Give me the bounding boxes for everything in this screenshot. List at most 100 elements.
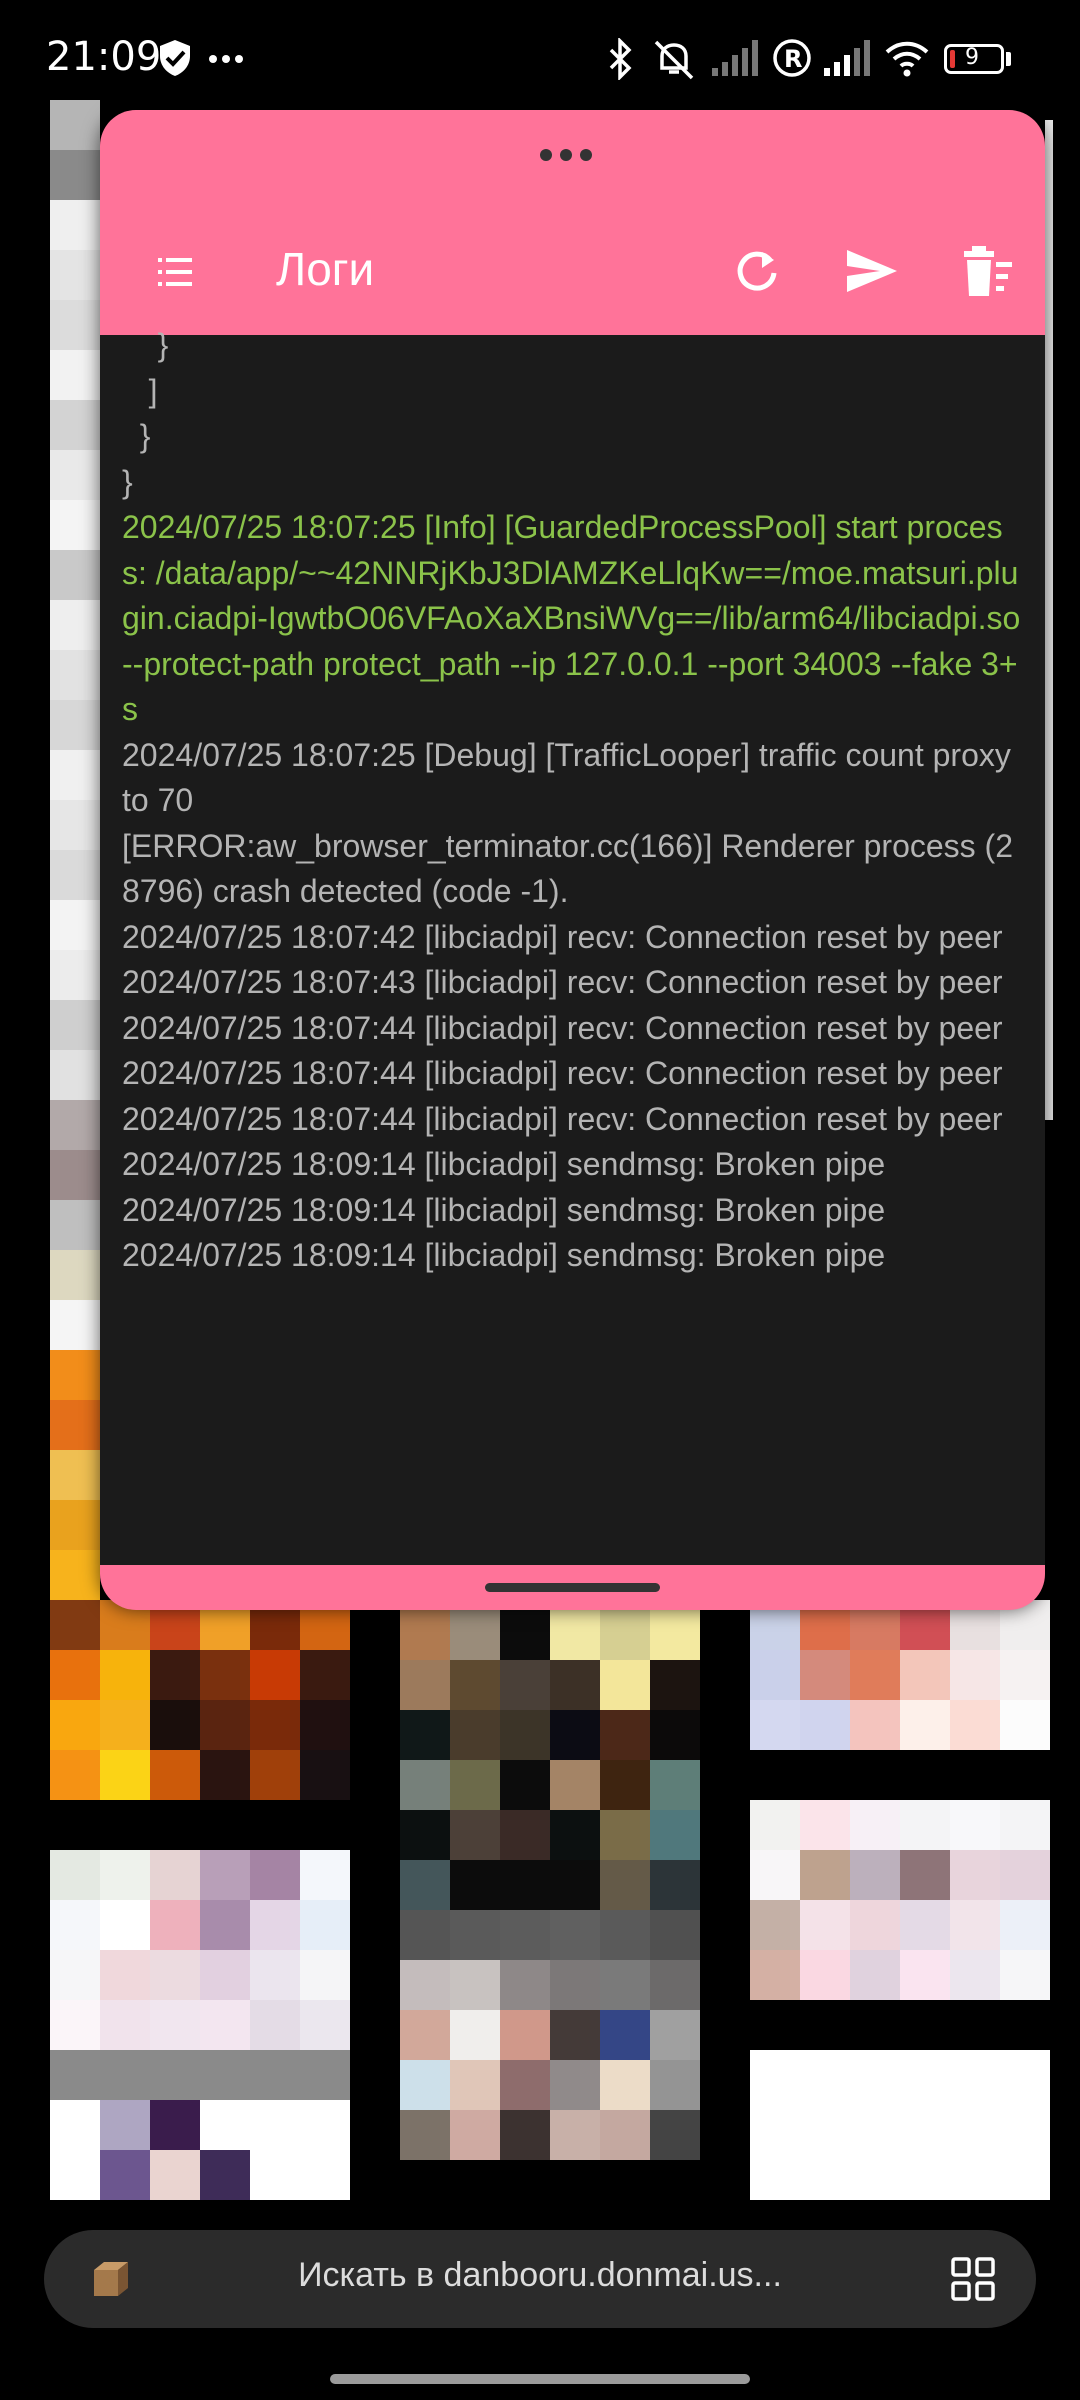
- roaming-icon: R: [773, 39, 811, 77]
- mosaic-tile: [550, 1760, 600, 1810]
- mosaic-tile: [500, 1810, 550, 1860]
- mosaic-tile: [1000, 1700, 1050, 1750]
- signal-icon: [712, 40, 758, 76]
- log-area[interactable]: } ] }} 2024/07/25 18:07:25 [Info] [Guarde…: [100, 327, 1045, 1565]
- mosaic-tile: [250, 2100, 300, 2150]
- window-drag-handle[interactable]: [540, 146, 610, 161]
- mosaic-tile: [1000, 1650, 1050, 1700]
- mosaic-tile: [650, 1710, 700, 1760]
- mosaic-tile: [800, 1900, 850, 1950]
- mosaic-tile: [400, 2060, 450, 2110]
- mosaic-tile: [650, 2110, 700, 2160]
- mosaic-tile: [650, 2060, 700, 2110]
- signal-icon: [824, 40, 870, 76]
- mosaic-tile: [550, 1910, 600, 1960]
- mosaic-tile: [500, 1860, 550, 1910]
- mosaic-tile: [950, 1800, 1000, 1850]
- mosaic-tile: [50, 1650, 100, 1700]
- mosaic-tile: [50, 900, 100, 950]
- mosaic-tile: [200, 1650, 250, 1700]
- mosaic-tile: [750, 1900, 800, 1950]
- shield-check-icon: [160, 40, 190, 76]
- mosaic-tile: [750, 1850, 800, 1900]
- mosaic-tile: [300, 1850, 350, 1900]
- mosaic-tile: [600, 1860, 650, 1910]
- mosaic-tile: [300, 1700, 350, 1750]
- mosaic-tile: [250, 2000, 300, 2050]
- mosaic-tile: [1000, 1950, 1050, 2000]
- mosaic-tile: [800, 1950, 850, 2000]
- log-line: [ERROR:aw_browser_terminator.cc(166)] Re…: [122, 827, 1013, 910]
- mosaic-tile: [850, 1950, 900, 2000]
- mosaic-tile: [450, 1660, 500, 1710]
- mosaic-tile: [200, 2150, 250, 2200]
- mosaic-tile: [400, 1960, 450, 2010]
- mosaic-tile: [950, 1650, 1000, 1700]
- mosaic-tile: [600, 1710, 650, 1760]
- mosaic-tile: [50, 1250, 100, 1300]
- mosaic-tile: [150, 1650, 200, 1700]
- mosaic-tile: [500, 2060, 550, 2110]
- mosaic-tile: [650, 1760, 700, 1810]
- send-icon[interactable]: [844, 246, 900, 296]
- mosaic-tile: [400, 1860, 450, 1910]
- mosaic-tile: [500, 1660, 550, 1710]
- log-line: 2024/07/25 18:07:44 [libciadpi] recv: Co…: [122, 1100, 1003, 1137]
- mosaic-tile: [950, 1850, 1000, 1900]
- mosaic-tile: [600, 2060, 650, 2110]
- mosaic-tile: [100, 1850, 150, 1900]
- search-input[interactable]: Искать в danbooru.donmai.us...: [44, 2256, 1036, 2295]
- system-navigation-handle[interactable]: [330, 2374, 750, 2384]
- mosaic-tile: [50, 1350, 100, 1400]
- mosaic-tile: [600, 1960, 650, 2010]
- mosaic-tile: [400, 1610, 450, 1660]
- mosaic-tile: [250, 2150, 300, 2200]
- mosaic-tile: [200, 2000, 250, 2050]
- mosaic-tile: [450, 1960, 500, 2010]
- mute-icon: [654, 40, 694, 80]
- mosaic-tile: [100, 1700, 150, 1750]
- mosaic-tile: [250, 1700, 300, 1750]
- mosaic-tile: [300, 1750, 350, 1800]
- mosaic-tile: [100, 1650, 150, 1700]
- svg-text:R: R: [784, 45, 802, 73]
- apps-grid-icon[interactable]: [950, 2256, 996, 2302]
- mosaic-tile: [800, 1700, 850, 1750]
- mosaic-tile: [300, 1650, 350, 1700]
- mosaic-tile: [50, 300, 100, 350]
- mosaic-tile: [500, 1760, 550, 1810]
- floating-log-window: Логи } ] }} 2024/07/25 18:07:25 [Info] [G…: [100, 110, 1045, 1610]
- mosaic-tile: [100, 2000, 150, 2050]
- mosaic-tile: [400, 1760, 450, 1810]
- mosaic-tile: [250, 1750, 300, 1800]
- mosaic-tile: [500, 1960, 550, 2010]
- mosaic-tile: [400, 1660, 450, 1710]
- clear-log-icon[interactable]: [962, 244, 1014, 298]
- mosaic-tile: [200, 1900, 250, 1950]
- browser-search-bar[interactable]: Искать в danbooru.donmai.us...: [44, 2230, 1036, 2328]
- log-line: 2024/07/25 18:07:25 [Info] [GuardedProce…: [122, 509, 1030, 727]
- mosaic-tile: [800, 1850, 850, 1900]
- mosaic-tile: [50, 1700, 100, 1750]
- mosaic-tile: [200, 2100, 250, 2150]
- mosaic-tile: [900, 1650, 950, 1700]
- refresh-icon[interactable]: [732, 246, 782, 296]
- log-line: 2024/07/25 18:09:14 [libciadpi] sendmsg:…: [122, 1237, 886, 1273]
- log-line: 2024/07/25 18:07:43 [libciadpi] recv: Co…: [122, 964, 1003, 1000]
- mosaic-tile: [50, 150, 100, 200]
- mosaic-tile: [800, 1800, 850, 1850]
- menu-icon[interactable]: [152, 250, 198, 296]
- mosaic-tile: [50, 1000, 100, 1050]
- mosaic-tile: [650, 1910, 700, 1960]
- mosaic-tile: [50, 2100, 100, 2150]
- log-line: 2024/07/25 18:09:14 [libciadpi] sendmsg:…: [122, 1146, 886, 1182]
- mosaic-tile: [450, 1760, 500, 1810]
- mosaic-tile: [450, 2060, 500, 2110]
- mosaic-tile: [50, 1900, 100, 1950]
- mosaic-tile: [600, 1760, 650, 1810]
- mosaic-tile: [400, 1710, 450, 1760]
- status-time: 21:09: [46, 34, 162, 80]
- window-resize-handle[interactable]: [485, 1583, 660, 1592]
- mosaic-tile: [50, 2150, 100, 2200]
- page-title: Логи: [276, 243, 375, 295]
